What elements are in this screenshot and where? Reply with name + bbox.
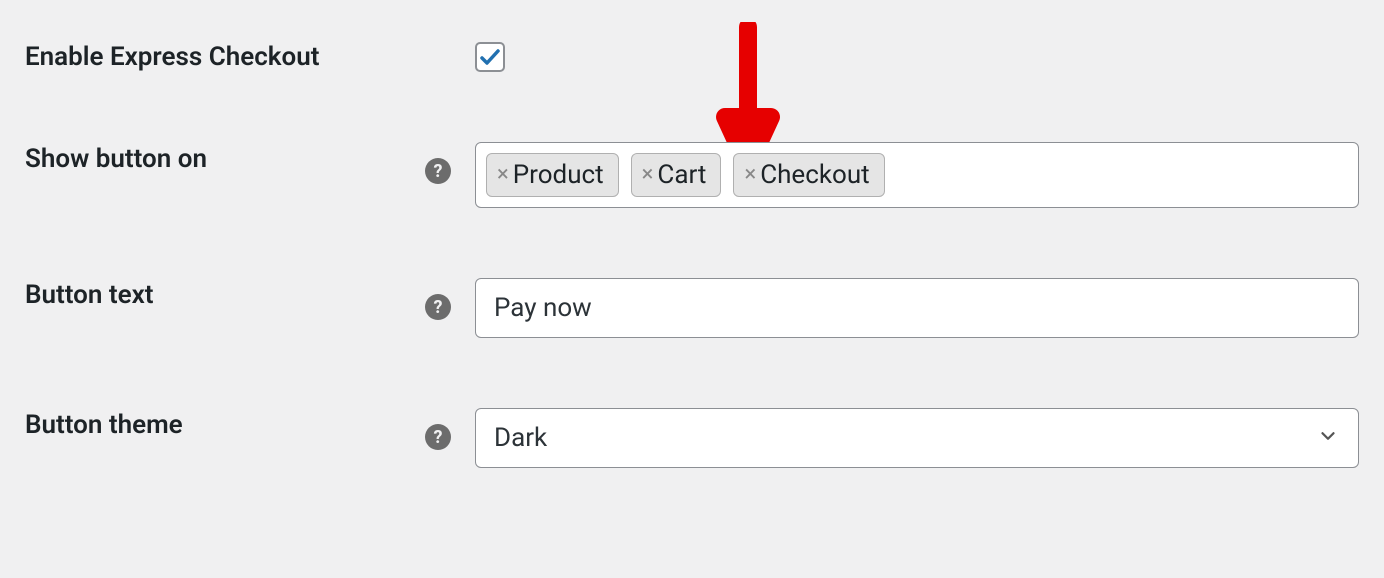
close-icon[interactable]: ×: [744, 164, 756, 186]
enable-label: Enable Express Checkout: [25, 42, 319, 72]
help-icon[interactable]: ?: [425, 158, 451, 184]
button-theme-select[interactable]: Dark: [475, 408, 1359, 468]
label-col: Enable Express Checkout: [25, 40, 425, 72]
tag-cart: × Cart: [631, 153, 722, 197]
button-text-label: Button text: [25, 280, 153, 310]
label-col: Show button on: [25, 142, 425, 174]
show-on-tag-input[interactable]: × Product × Cart × Checkout: [475, 142, 1359, 208]
control-col: [475, 278, 1359, 338]
help-icon[interactable]: ?: [425, 294, 451, 320]
row-button-text: Button text ?: [25, 278, 1359, 338]
label-col: Button theme: [25, 408, 425, 440]
tag-label: Checkout: [760, 160, 869, 190]
control-col: [475, 40, 1359, 72]
tag-checkout: × Checkout: [733, 153, 884, 197]
tag-product: × Product: [486, 153, 619, 197]
button-text-input[interactable]: [475, 278, 1359, 338]
check-icon: [478, 45, 502, 69]
tag-label: Cart: [657, 160, 706, 190]
help-icon[interactable]: ?: [425, 424, 451, 450]
control-col: × Product × Cart × Checkout: [475, 142, 1359, 208]
button-theme-label: Button theme: [25, 410, 183, 440]
close-icon[interactable]: ×: [642, 164, 654, 186]
row-button-theme: Button theme ? Dark: [25, 408, 1359, 468]
close-icon[interactable]: ×: [497, 164, 509, 186]
label-col: Button text: [25, 278, 425, 310]
control-col: Dark: [475, 408, 1359, 468]
show-on-label: Show button on: [25, 144, 207, 174]
row-show-button-on: Show button on ? × Product × Cart × Chec…: [25, 142, 1359, 208]
tag-label: Product: [513, 160, 604, 190]
select-wrapper: Dark: [475, 408, 1359, 468]
enable-checkbox[interactable]: [475, 42, 505, 72]
row-enable-express-checkout: Enable Express Checkout: [25, 40, 1359, 72]
